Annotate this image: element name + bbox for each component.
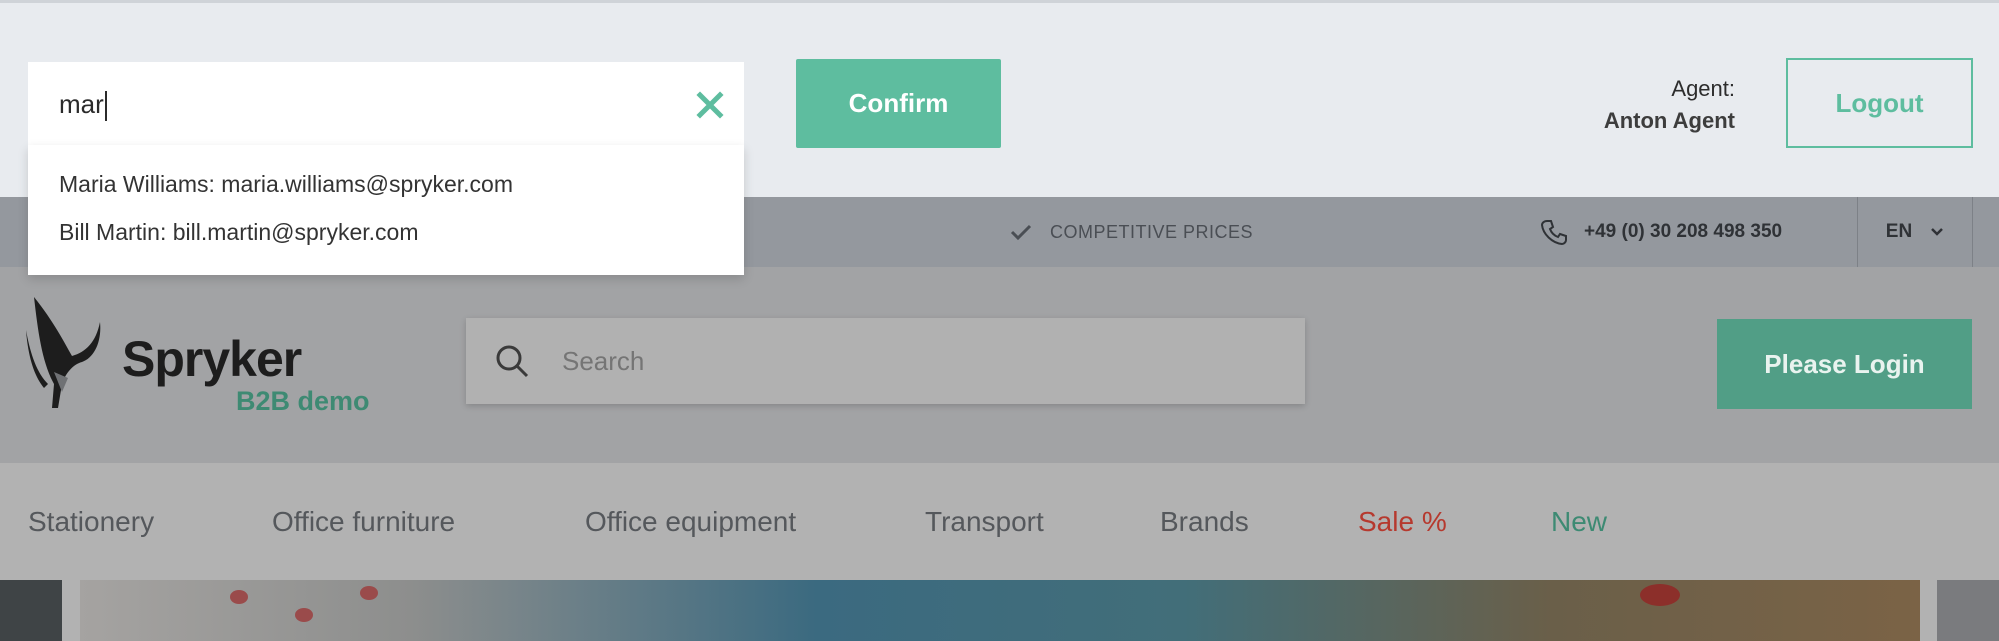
customer-search-field[interactable]: mar <box>28 62 744 148</box>
check-icon <box>1010 224 1032 241</box>
customer-search-value[interactable]: mar <box>59 89 107 122</box>
banner-detail <box>295 608 313 622</box>
category-nav: Stationery Office furniture Office equip… <box>0 463 1999 580</box>
search-icon <box>496 345 529 378</box>
banner-slide-previous <box>0 580 62 641</box>
logo-name: Spryker <box>122 331 302 387</box>
logo-subtitle: B2B demo <box>236 386 370 416</box>
language-selector[interactable]: EN <box>1857 197 1973 267</box>
phone-icon <box>1540 220 1567 246</box>
suggestion-item[interactable]: Bill Martin: bill.martin@spryker.com <box>59 219 418 246</box>
search-input[interactable] <box>562 345 1262 377</box>
customer-suggestions-dropdown: Maria Williams: maria.williams@spryker.c… <box>28 145 744 275</box>
banner-detail <box>360 586 378 600</box>
banner-image <box>80 580 1920 641</box>
benefit-label: COMPETITIVE PRICES <box>1050 221 1254 242</box>
close-icon[interactable] <box>692 87 728 123</box>
banner-detail <box>1640 584 1680 606</box>
suggestion-item[interactable]: Maria Williams: maria.williams@spryker.c… <box>59 171 513 198</box>
shop-header: Spryker B2B demo Please Login <box>0 267 1999 463</box>
agent-info: Agent: Anton Agent <box>1604 73 1735 137</box>
banner-detail <box>230 590 248 604</box>
product-search[interactable] <box>466 318 1305 404</box>
chevron-down-icon <box>1931 228 1944 236</box>
agent-name: Anton Agent <box>1603 108 1735 133</box>
spryker-logo[interactable]: Spryker B2B demo <box>24 292 384 416</box>
logout-button[interactable]: Logout <box>1786 58 1973 148</box>
benefit-competitive-prices: COMPETITIVE PRICES <box>1010 197 1253 267</box>
phone-number: +49 (0) 30 208 498 350 <box>1584 221 1783 242</box>
antelope-logo-icon <box>26 297 101 408</box>
agent-label: Agent: <box>1671 76 1735 101</box>
nav-item-stationery[interactable]: Stationery <box>28 463 154 580</box>
banner-slide-next <box>1937 580 1999 641</box>
nav-item-office-equipment[interactable]: Office equipment <box>585 463 796 580</box>
confirm-button[interactable]: Confirm <box>796 59 1001 148</box>
text-caret <box>104 91 107 122</box>
nav-item-office-furniture[interactable]: Office furniture <box>272 463 455 580</box>
nav-item-brands[interactable]: Brands <box>1160 463 1249 580</box>
phone-contact[interactable]: +49 (0) 30 208 498 350 <box>1540 197 1782 267</box>
nav-item-sale[interactable]: Sale % <box>1358 463 1447 580</box>
nav-item-new[interactable]: New <box>1551 463 1607 580</box>
hero-banner-strip <box>0 580 1999 641</box>
language-value: EN <box>1885 221 1913 242</box>
nav-item-transport[interactable]: Transport <box>925 463 1044 580</box>
please-login-button[interactable]: Please Login <box>1717 319 1972 409</box>
